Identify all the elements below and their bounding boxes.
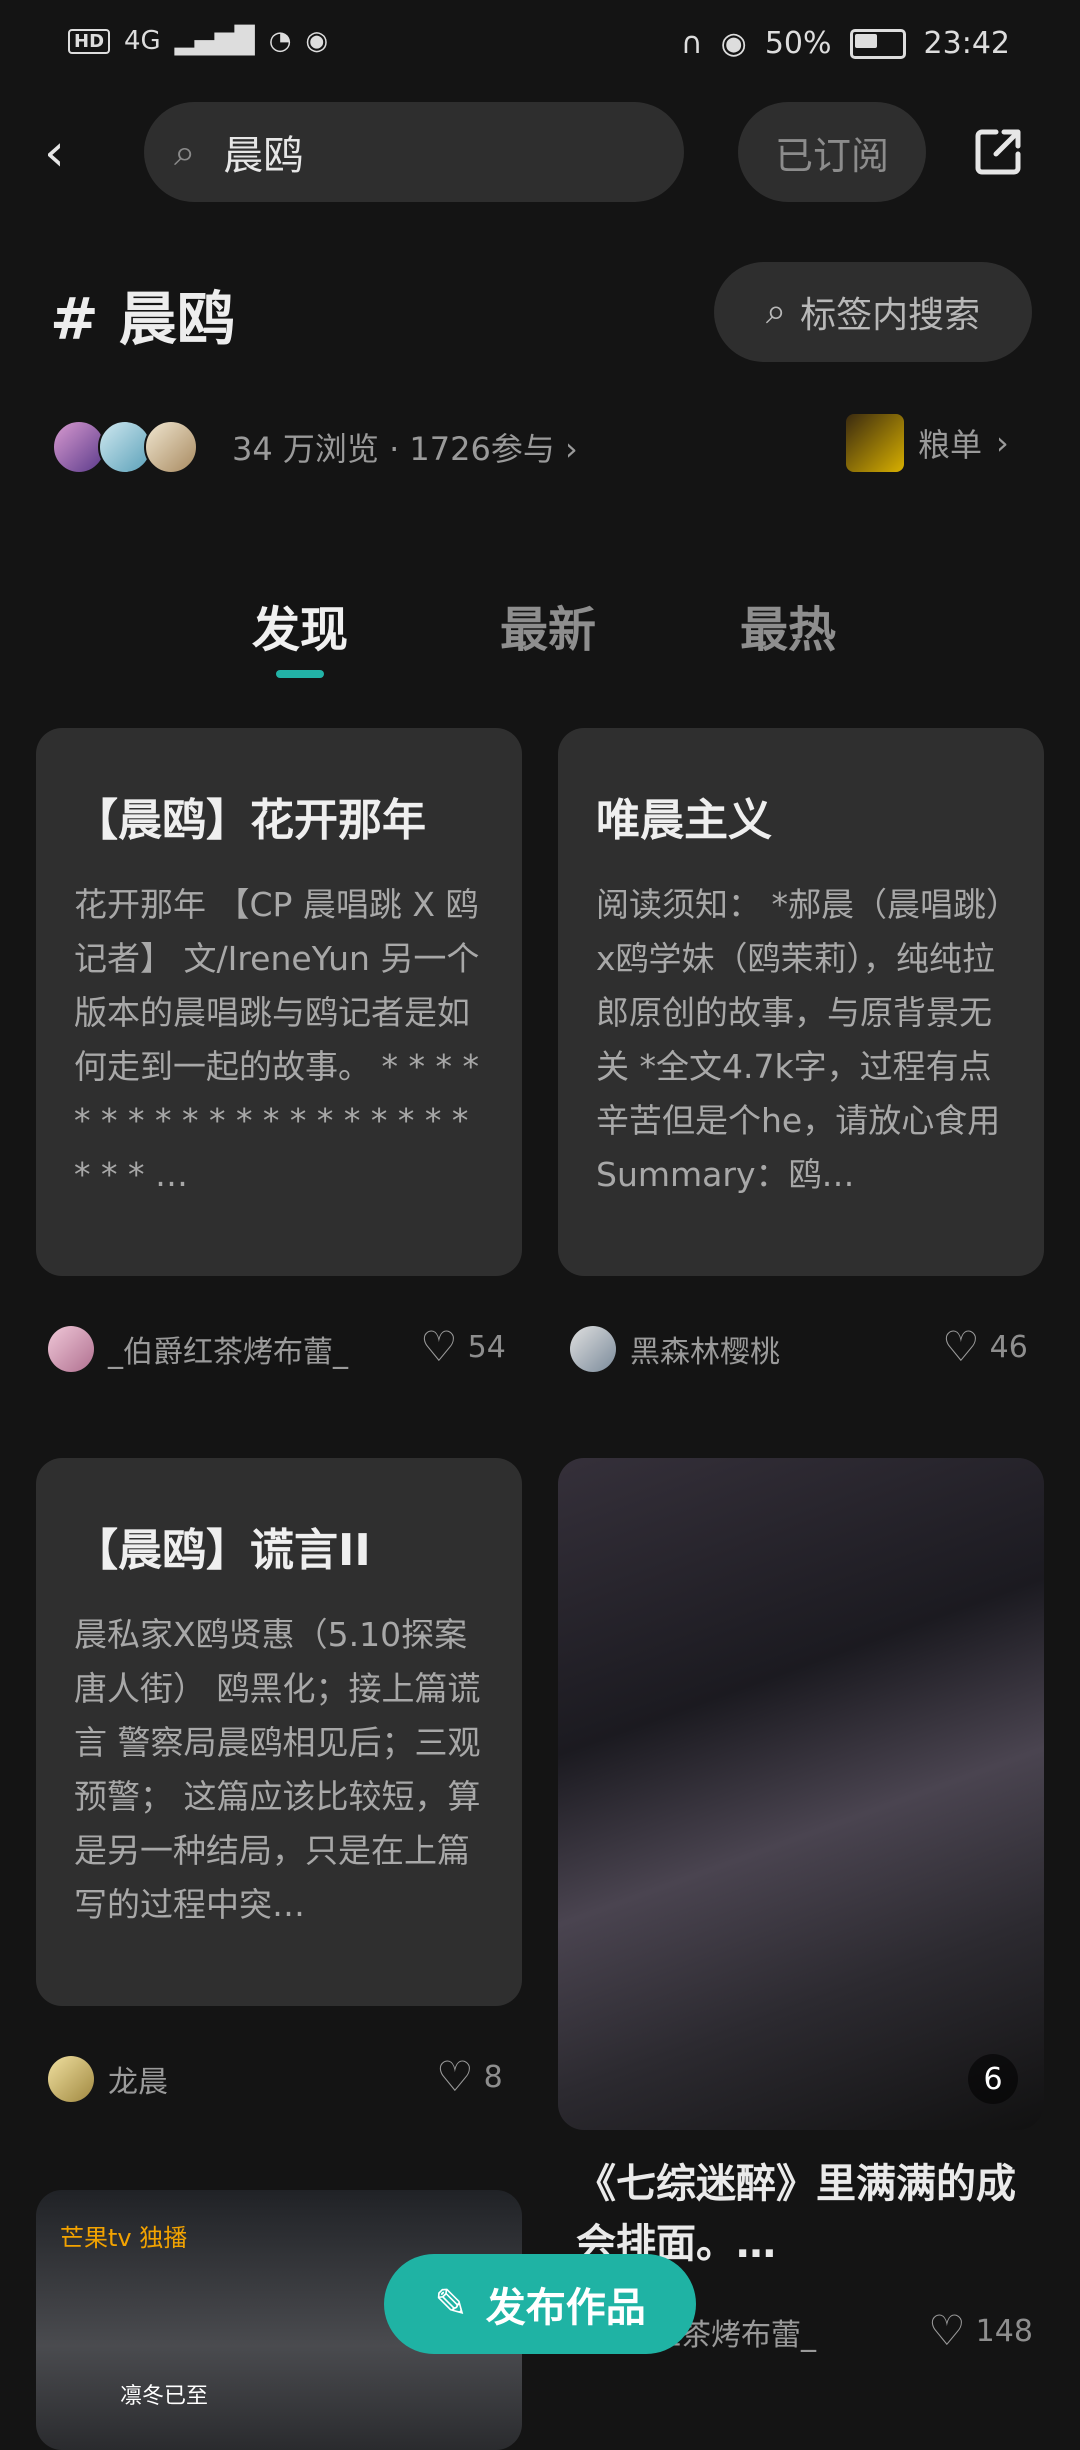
battery-percent: 50% bbox=[764, 26, 832, 61]
search-icon: ⌕ bbox=[174, 129, 196, 174]
like-count: 8 bbox=[483, 2059, 503, 2095]
subscribed-button[interactable]: 已订阅 bbox=[738, 102, 926, 202]
status-right: ∩ ◉ 50% 23:42 bbox=[681, 26, 1010, 61]
tab-discover[interactable]: 发现 bbox=[252, 590, 348, 660]
chevron-right-icon: › bbox=[996, 424, 1009, 462]
hd-icon: HD bbox=[68, 28, 111, 54]
publish-button[interactable]: ✎ 发布作品 bbox=[384, 2254, 696, 2354]
tab-hottest[interactable]: 最热 bbox=[740, 590, 836, 660]
network-label: 4G bbox=[124, 26, 161, 56]
wifi-icon: ◔ bbox=[268, 26, 292, 56]
like-button[interactable]: ♡ 46 bbox=[942, 1326, 1028, 1368]
share-icon[interactable] bbox=[972, 126, 1024, 178]
tab-latest[interactable]: 最新 bbox=[500, 590, 596, 660]
post-card[interactable]: 【晨鸥】花开那年 花开那年 【CP 晨唱跳 X 鸥记者】 文/IreneYun … bbox=[36, 728, 522, 1276]
mango-tv-logo: 芒果tv 独播 bbox=[60, 2224, 188, 2252]
search-bar[interactable]: ⌕ 晨鸥 bbox=[144, 102, 684, 202]
back-icon[interactable]: ‹ bbox=[44, 127, 84, 179]
heart-icon: ♡ bbox=[942, 1322, 980, 1371]
post-excerpt: 阅读须知： *郝晨（晨唱跳）x鸥学妹（鸥茉莉），纯纯拉郎原创的故事，与原背景无关… bbox=[596, 885, 1003, 1194]
post-card[interactable]: 唯晨主义 阅读须知： *郝晨（晨唱跳）x鸥学妹（鸥茉莉），纯纯拉郎原创的故事，与… bbox=[558, 728, 1044, 1276]
post-title: 唯晨主义 bbox=[596, 795, 772, 846]
like-count: 54 bbox=[467, 1329, 506, 1365]
participant-avatars[interactable] bbox=[52, 420, 198, 474]
post-excerpt: 花开那年 【CP 晨唱跳 X 鸥记者】 文/IreneYun 另一个版本的晨唱跳… bbox=[74, 885, 480, 1194]
liang-list-link[interactable]: 粮单 › bbox=[846, 414, 1009, 472]
post-title: 【晨鸥】花开那年 bbox=[74, 795, 426, 846]
battery-icon bbox=[849, 28, 906, 59]
post-author[interactable]: _伯爵红茶烤布蕾_ bbox=[48, 1326, 348, 1372]
like-button[interactable]: ♡ 8 bbox=[436, 2056, 503, 2098]
tag-stats-text: 34 万浏览 · 1726参与 bbox=[232, 430, 555, 468]
liang-label: 粮单 bbox=[918, 426, 983, 464]
photo-card-image[interactable]: 6 bbox=[558, 1458, 1044, 2130]
author-name: _伯爵红茶烤布蕾_ bbox=[108, 1335, 348, 1370]
eye-icon: ◉ bbox=[720, 26, 747, 61]
search-icon: ⌕ bbox=[765, 291, 787, 332]
like-button[interactable]: ♡ 54 bbox=[420, 1326, 506, 1368]
avatar bbox=[570, 1326, 616, 1372]
video-caption: 凛冬已至 bbox=[120, 2384, 209, 2409]
image-count-badge: 6 bbox=[968, 2054, 1018, 2104]
tag-search-label: 标签内搜索 bbox=[800, 295, 981, 336]
headphone-icon: ∩ bbox=[680, 26, 703, 61]
search-query: 晨鸥 bbox=[223, 133, 304, 179]
post-excerpt: 晨私家X鸥贤惠（5.10探案唐人街） 鸥黑化；接上篇谎言 警察局晨鸥相见后；三观… bbox=[74, 1615, 481, 1924]
publish-label: 发布作品 bbox=[485, 2285, 646, 2331]
post-title: 【晨鸥】谎言II bbox=[74, 1525, 371, 1576]
signal-icon: ▂▄▆█ bbox=[174, 26, 255, 56]
heart-icon: ♡ bbox=[436, 2052, 474, 2101]
avatar bbox=[48, 2056, 94, 2102]
heart-icon: ♡ bbox=[928, 2306, 966, 2355]
author-name: 黑森林樱桃 bbox=[630, 1335, 780, 1370]
chevron-right-icon: › bbox=[565, 430, 578, 468]
post-author[interactable]: 龙晨 bbox=[48, 2056, 168, 2102]
tag-stats[interactable]: 34 万浏览 · 1726参与 › bbox=[232, 424, 578, 470]
tag-title: # 晨鸥 bbox=[50, 285, 235, 353]
like-button[interactable]: ♡ 148 bbox=[928, 2310, 1033, 2352]
qq-icon: ◉ bbox=[305, 26, 329, 56]
status-bar: HD 4G ▂▄▆█ ◔ ◉ ∩ ◉ 50% 23:42 bbox=[0, 0, 1080, 96]
heart-icon: ♡ bbox=[420, 1322, 458, 1371]
liang-thumbnail bbox=[846, 414, 904, 472]
pen-icon: ✎ bbox=[434, 2281, 468, 2327]
time: 23:42 bbox=[923, 26, 1010, 61]
avatar bbox=[48, 1326, 94, 1372]
tag-search-button[interactable]: ⌕ 标签内搜索 bbox=[714, 262, 1032, 362]
tab-indicator bbox=[276, 670, 324, 678]
author-name: 龙晨 bbox=[108, 2065, 168, 2100]
status-left: HD 4G ▂▄▆█ ◔ ◉ bbox=[68, 26, 328, 56]
like-count: 148 bbox=[975, 2313, 1033, 2349]
post-card[interactable]: 【晨鸥】谎言II 晨私家X鸥贤惠（5.10探案唐人街） 鸥黑化；接上篇谎言 警察… bbox=[36, 1458, 522, 2006]
avatar bbox=[144, 420, 198, 474]
like-count: 46 bbox=[989, 1329, 1028, 1365]
post-author[interactable]: 黑森林樱桃 bbox=[570, 1326, 780, 1372]
